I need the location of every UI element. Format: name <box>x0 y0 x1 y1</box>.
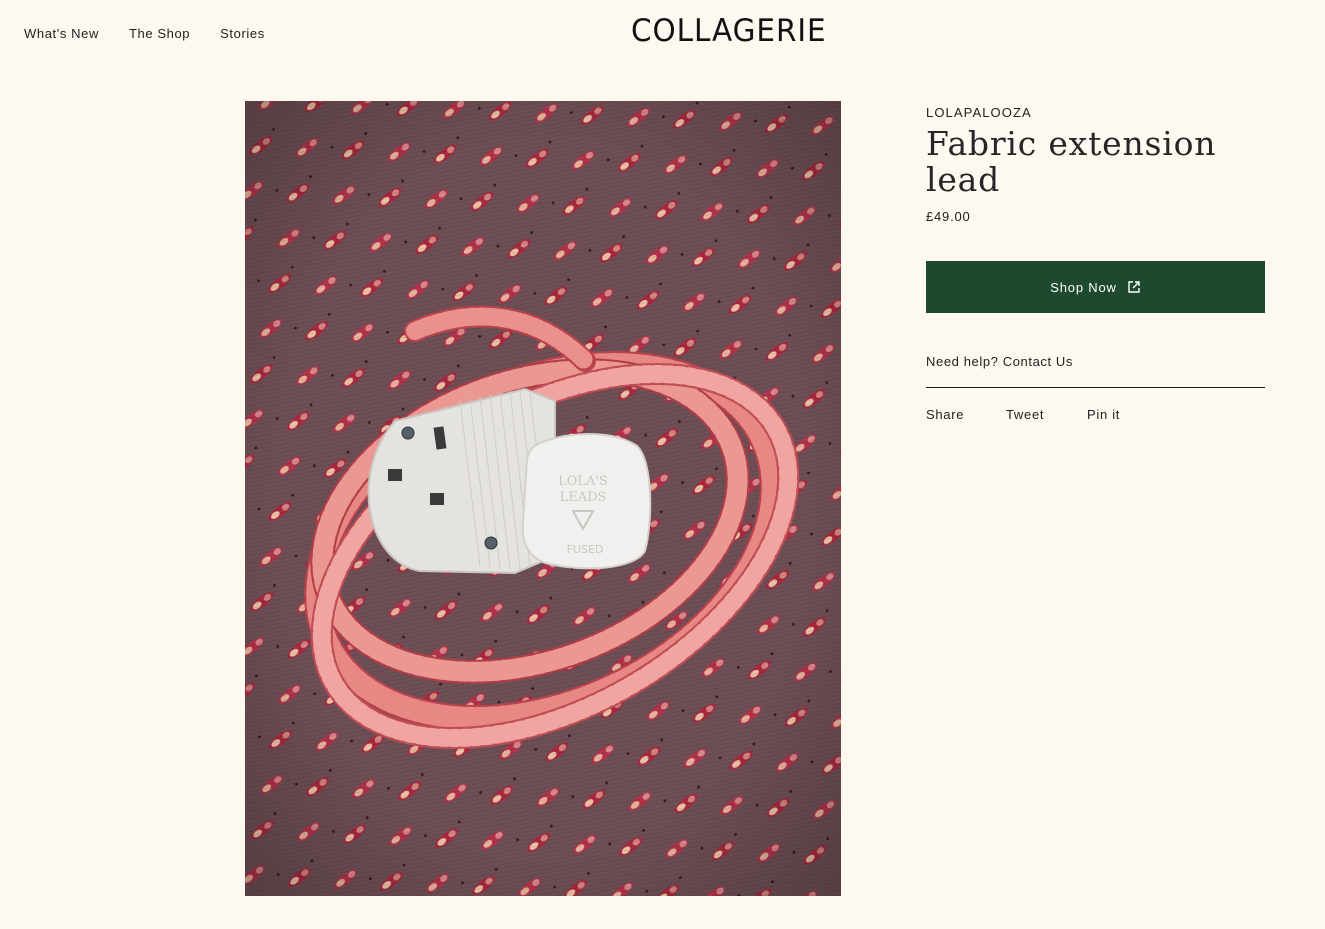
help-contact: Need help? Contact Us <box>926 353 1265 371</box>
shop-now-label: Shop Now <box>1050 279 1117 295</box>
plug-brand-line2: LEADS <box>560 490 607 505</box>
plug-fused-text: FUSED <box>567 543 604 556</box>
product-photo-graphic: LOLA'S LEADS FUSED <box>245 101 841 896</box>
product-brand[interactable]: LOLAPALOOZA <box>926 104 1265 122</box>
nav-stories[interactable]: Stories <box>220 26 265 41</box>
plug-brand-line1: LOLA'S <box>558 474 608 489</box>
shop-now-button[interactable]: Shop Now <box>926 261 1265 313</box>
product-price: £49.00 <box>926 209 971 224</box>
divider <box>926 387 1265 388</box>
pin-it-link[interactable]: Pin it <box>1087 407 1120 422</box>
tweet-link[interactable]: Tweet <box>1006 407 1087 422</box>
product-title: Fabric extension lead <box>926 124 1217 199</box>
nav-the-shop[interactable]: The Shop <box>129 26 190 41</box>
main-nav: What's New The Shop Stories <box>24 26 265 41</box>
site-logo[interactable]: COLLAGERIE <box>631 13 834 49</box>
share-link[interactable]: Share <box>926 407 1006 422</box>
external-link-icon <box>1127 280 1141 294</box>
nav-whats-new[interactable]: What's New <box>24 26 99 41</box>
share-links: Share Tweet Pin it <box>926 407 1265 422</box>
product-details: LOLAPALOOZA Fabric extension lead £49.00… <box>926 104 1265 422</box>
contact-us-link[interactable]: Need help? Contact Us <box>926 354 1073 369</box>
product-photo: LOLA'S LEADS FUSED <box>245 101 841 896</box>
